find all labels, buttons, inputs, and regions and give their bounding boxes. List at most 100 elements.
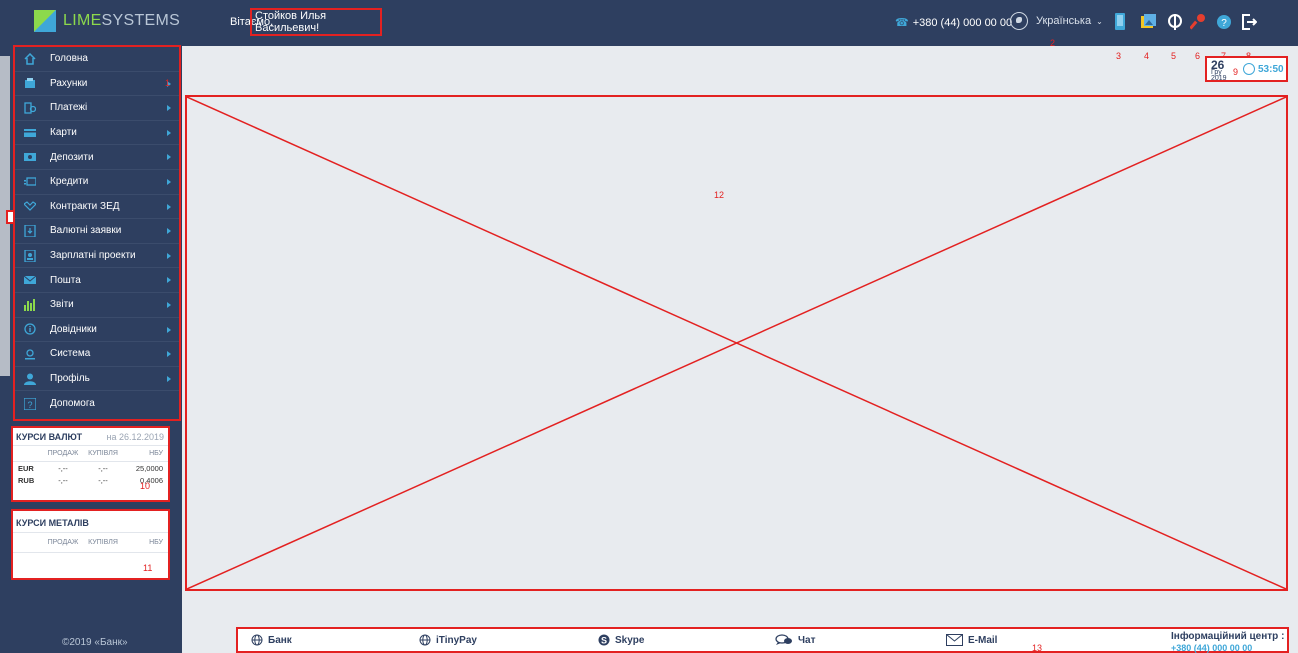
- footer-links-bar: Банк iTinyPay S Skype Чат E-Mail 13 Інфо…: [236, 627, 1289, 653]
- annotation-number: 11: [143, 563, 153, 573]
- chevron-right-icon: [167, 375, 171, 382]
- svg-text:?: ?: [27, 400, 32, 410]
- sidebar-item-cards[interactable]: Карти: [15, 121, 179, 146]
- system-icon: [25, 349, 35, 360]
- placeholder-cross: [187, 97, 1286, 589]
- sidebar-item-deposits[interactable]: Депозити: [15, 145, 179, 170]
- sidebar-item-home[interactable]: Головна: [15, 47, 179, 72]
- mobile-icon[interactable]: [1112, 13, 1128, 31]
- metal-rates-title: КУРСИ МЕТАЛІВ: [16, 518, 89, 528]
- sidebar-item-mail[interactable]: Пошта: [15, 268, 179, 293]
- chevron-down-icon: ⌄: [1096, 16, 1103, 26]
- handshake-icon: [24, 201, 36, 212]
- globe-icon: [419, 634, 431, 646]
- session-datetime: 26 Гру 2019 9 53:50: [1205, 56, 1288, 82]
- mail-icon: [24, 275, 36, 285]
- metal-rates-panel: КУРСИ МЕТАЛІВ ПРОДАЖ КУПІВЛЯ НБУ 11: [11, 509, 170, 580]
- rates-header: ПРОДАЖ КУПІВЛЯ НБУ: [13, 533, 168, 553]
- currency-icon[interactable]: [1167, 13, 1183, 31]
- sidebar-item-payments[interactable]: Платежі: [15, 96, 179, 121]
- currency-rates-panel: КУРСИ ВАЛЮТ на 26.12.2019 ПРОДАЖ КУПІВЛЯ…: [11, 426, 170, 502]
- help-icon: ?: [24, 397, 36, 410]
- home-icon: [24, 52, 36, 65]
- profile-icon: [24, 373, 36, 385]
- sidebar-item-system[interactable]: Система: [15, 342, 179, 367]
- info-icon: [24, 323, 36, 335]
- date-year: 2019: [1211, 75, 1227, 82]
- clock-icon: [1243, 63, 1255, 75]
- footer-link-email[interactable]: E-Mail: [946, 634, 997, 646]
- sidebar-item-references[interactable]: Довідники: [15, 318, 179, 343]
- chevron-right-icon: [167, 252, 171, 259]
- annotation-number: 2: [1050, 38, 1056, 48]
- top-bar: LIMESYSTEMS Вітаємо, Стойков Илья Василь…: [0, 0, 1298, 48]
- email-icon: [946, 634, 963, 646]
- info-center-phone[interactable]: +380 (44) 000 00 00: [1171, 643, 1252, 653]
- payments-icon: [24, 102, 36, 114]
- logo-mark-icon: [34, 10, 56, 32]
- svg-text:S: S: [601, 636, 607, 646]
- annotation-number: 4: [1144, 51, 1150, 61]
- main-content-placeholder: [185, 95, 1288, 591]
- chevron-right-icon: [167, 203, 171, 210]
- currency-request-icon: [24, 224, 36, 237]
- chevron-right-icon: [167, 154, 171, 161]
- logo[interactable]: LIMESYSTEMS: [34, 10, 180, 32]
- copyright: ©2019 «Банк»: [62, 637, 128, 648]
- chevron-right-icon: [167, 301, 171, 308]
- currency-rates-date: на 26.12.2019: [106, 432, 164, 442]
- chevron-right-icon: [167, 351, 171, 358]
- sidebar-item-salary[interactable]: Зарплатні проекти: [15, 244, 179, 269]
- annotation-number: 9: [1233, 67, 1239, 77]
- chevron-right-icon: [167, 178, 171, 185]
- annotation-number: 3: [1116, 51, 1122, 61]
- sidebar-item-help[interactable]: ? Допомога: [15, 391, 179, 416]
- sidebar-item-accounts[interactable]: Рахунки: [15, 72, 179, 97]
- help-icon[interactable]: ?: [1216, 13, 1232, 31]
- sidebar-item-reports[interactable]: Звіти: [15, 293, 179, 318]
- salary-icon: [24, 249, 36, 262]
- sidebar-item-profile[interactable]: Профіль: [15, 367, 179, 392]
- annotation-number: 12: [714, 190, 725, 200]
- footer-link-itinypay[interactable]: iTinyPay: [419, 634, 477, 646]
- card-icon: [24, 128, 36, 137]
- footer-link-bank[interactable]: Банк: [251, 634, 292, 646]
- deposit-icon: [24, 153, 36, 162]
- wallet-icon: [25, 78, 35, 89]
- reports-icon: [24, 298, 35, 311]
- currency-rates-title: КУРСИ ВАЛЮТ: [16, 432, 83, 442]
- chevron-right-icon: [167, 105, 171, 112]
- chat-icon: [775, 634, 792, 645]
- language-selector[interactable]: Українська ⌄: [1010, 12, 1103, 30]
- key-icon[interactable]: [1190, 13, 1206, 31]
- footer-link-skype[interactable]: S Skype: [598, 634, 644, 646]
- annotation-number: 1: [165, 78, 171, 88]
- svg-text:?: ?: [1221, 18, 1227, 29]
- skype-icon: S: [598, 634, 610, 646]
- table-row: EUR -,-- -,-- 25,0000: [18, 463, 163, 473]
- phone-icon: ☎: [895, 17, 909, 29]
- annotation-number: 10: [140, 481, 151, 491]
- annotation-number: 13: [1032, 643, 1043, 653]
- info-center-title: Інформаційний центр :: [1171, 631, 1285, 642]
- globe-icon: [1010, 12, 1028, 30]
- rates-header: ПРОДАЖ КУПІВЛЯ НБУ: [13, 446, 168, 462]
- sidebar-item-currency-requests[interactable]: Валютні заявки: [15, 219, 179, 244]
- chevron-right-icon: [167, 277, 171, 284]
- logo-text-systems: SYSTEMS: [101, 12, 181, 29]
- chevron-right-icon: [167, 129, 171, 136]
- footer-link-chat[interactable]: Чат: [775, 634, 816, 646]
- chevron-right-icon: [167, 326, 171, 333]
- header-phone: ☎ +380 (44) 000 00 00: [895, 16, 1013, 30]
- sidebar-item-credits[interactable]: Кредити: [15, 170, 179, 195]
- sidebar-item-contracts[interactable]: Контракти ЗЕД: [15, 195, 179, 220]
- annotation-number: 6: [1195, 51, 1201, 61]
- credit-icon: [24, 177, 36, 186]
- chevron-right-icon: [167, 228, 171, 235]
- logout-icon[interactable]: [1241, 13, 1257, 31]
- gallery-icon[interactable]: [1140, 13, 1156, 31]
- session-timer: 53:50: [1243, 63, 1284, 75]
- username: Стойков Илья Васильевич!: [250, 8, 382, 36]
- globe-icon: [251, 634, 263, 646]
- annotation-number: 5: [1171, 51, 1177, 61]
